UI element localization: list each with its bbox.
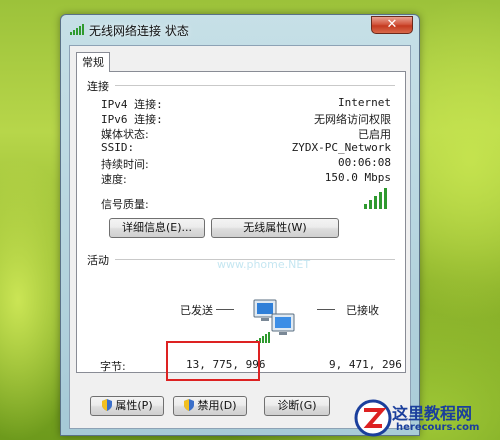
diagnose-button[interactable]: 诊断(G): [264, 396, 330, 416]
window-title: 无线网络连接 状态: [89, 24, 189, 38]
ipv6-value: 无网络访问权限: [314, 113, 391, 126]
disable-label: 禁用(D): [197, 399, 237, 412]
received-label: 已接收: [346, 304, 379, 317]
signal-strength-icon: [364, 188, 387, 209]
media-state-value: 已启用: [358, 128, 391, 141]
ipv4-label: IPv4 连接:: [101, 98, 163, 111]
bytes-label: 字节:: [100, 360, 126, 373]
properties-button[interactable]: 属性(P): [90, 396, 164, 416]
ipv6-label: IPv6 连接:: [101, 113, 163, 126]
connection-section-label: 连接: [87, 80, 109, 93]
tab-general[interactable]: 常规: [76, 52, 110, 72]
sent-label: 已发送: [180, 304, 213, 317]
disable-highlight-box: [166, 341, 260, 381]
ipv4-value: Internet: [338, 96, 391, 109]
ssid-value: ZYDX-PC_Network: [291, 141, 391, 154]
received-dash: [317, 309, 335, 310]
logo-mark-icon: [354, 399, 392, 437]
details-button[interactable]: 详细信息(E)...: [109, 218, 205, 238]
speed-value: 150.0 Mbps: [324, 171, 391, 184]
properties-label: 属性(P): [115, 399, 153, 412]
activity-section-label: 活动: [87, 254, 109, 267]
duration-value: 00:06:08: [338, 156, 391, 169]
sent-dash: [216, 309, 234, 310]
wireless-properties-button[interactable]: 无线属性(W): [211, 218, 339, 238]
activity-divider: [115, 259, 395, 260]
speed-label: 速度:: [101, 173, 127, 186]
ssid-label: SSID:: [101, 141, 135, 154]
disable-button[interactable]: 禁用(D): [173, 396, 247, 416]
duration-label: 持续时间:: [101, 158, 149, 171]
shield-icon: [184, 399, 195, 411]
bytes-received-value: 9, 471, 296: [329, 358, 402, 371]
connection-divider: [115, 85, 395, 86]
shield-icon: [102, 399, 113, 411]
logo-text: 这里教程网: [392, 404, 473, 423]
wifi-signal-icon: [70, 24, 84, 35]
site-logo: 这里教程网 herecours.com: [352, 398, 500, 440]
logo-url: herecours.com: [396, 422, 480, 433]
media-state-label: 媒体状态:: [101, 128, 149, 141]
title-bar[interactable]: 无线网络连接 状态 ✕: [61, 15, 419, 45]
close-button[interactable]: ✕: [371, 16, 413, 34]
general-panel: 连接 IPv4 连接: Internet IPv6 连接: 无网络访问权限 媒体…: [76, 71, 406, 373]
signal-quality-label: 信号质量:: [101, 198, 149, 211]
